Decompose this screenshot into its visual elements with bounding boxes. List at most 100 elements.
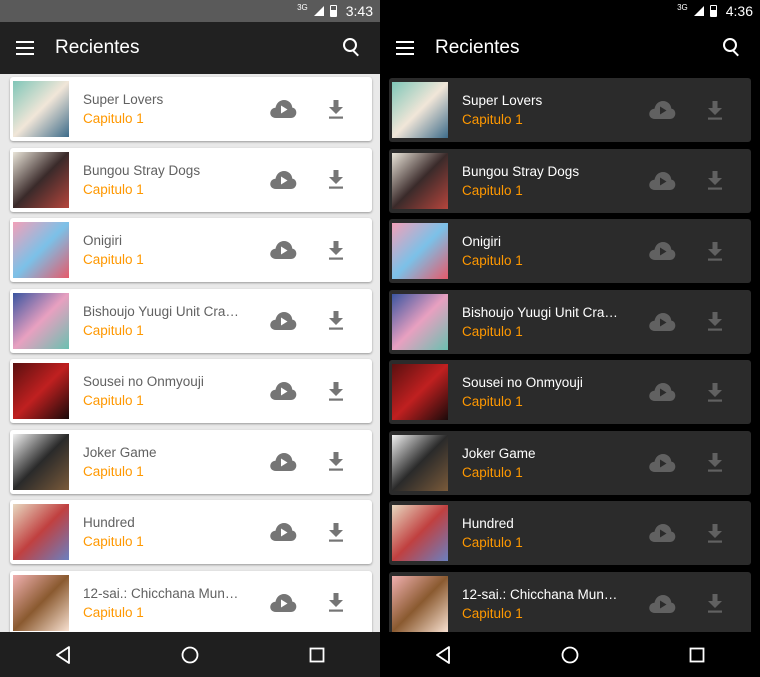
- back-icon[interactable]: [423, 640, 463, 670]
- list-item[interactable]: Super Lovers Capitulo 1: [10, 77, 372, 141]
- search-icon[interactable]: [722, 37, 744, 59]
- list-item[interactable]: Hundred Capitulo 1: [389, 501, 751, 565]
- series-thumbnail: [392, 575, 448, 632]
- download-icon[interactable]: [705, 593, 725, 615]
- chapter-label: Capitulo 1: [83, 111, 144, 126]
- download-icon[interactable]: [705, 381, 725, 403]
- recents-icon[interactable]: [297, 640, 337, 670]
- download-icon[interactable]: [326, 169, 346, 191]
- search-icon[interactable]: [342, 37, 364, 59]
- cloud-play-icon[interactable]: [268, 521, 298, 543]
- chapter-label: Capitulo 1: [462, 464, 523, 480]
- clock: 4:36: [725, 3, 753, 19]
- series-title: Sousei no Onmyouji: [462, 375, 583, 390]
- chapter-label: Capitulo 1: [462, 394, 523, 409]
- list-item[interactable]: Bungou Stray Dogs Capitulo 1: [389, 148, 751, 213]
- list-item[interactable]: Bishoujo Yuugi Unit Crane Game Girls Capi…: [389, 289, 751, 354]
- battery-icon: [329, 5, 337, 17]
- cloud-play-icon[interactable]: [268, 592, 298, 614]
- item-info: 12-sai.: Chicchana Mune no Tokimeki Capit…: [83, 586, 268, 620]
- download-icon[interactable]: [705, 522, 725, 544]
- menu-icon[interactable]: [396, 41, 414, 55]
- item-info: Joker Game Capitulo 1: [462, 446, 647, 480]
- home-icon[interactable]: [550, 640, 590, 670]
- item-info: Sousei no Onmyouji Capitulo 1: [83, 374, 268, 408]
- download-icon[interactable]: [705, 452, 725, 474]
- list-item[interactable]: 12-sai.: Chicchana Mune no Tokimeki Capit…: [10, 570, 372, 632]
- download-icon[interactable]: [326, 380, 346, 402]
- download-icon[interactable]: [705, 170, 725, 192]
- list-item[interactable]: Bungou Stray Dogs Capitulo 1: [10, 147, 372, 212]
- cloud-play-icon[interactable]: [647, 170, 677, 192]
- recent-list[interactable]: Super Lovers Capitulo 1 Bungou Stray Dogs C…: [0, 75, 380, 632]
- app-bar: Recientes: [380, 22, 760, 74]
- list-item[interactable]: Joker Game Capitulo 1: [389, 430, 751, 495]
- series-thumbnail: [392, 434, 448, 491]
- back-icon[interactable]: [43, 640, 83, 670]
- download-icon[interactable]: [326, 451, 346, 473]
- series-title: Joker Game: [462, 445, 536, 461]
- series-thumbnail: [13, 574, 69, 631]
- download-icon[interactable]: [326, 98, 346, 120]
- cloud-play-icon[interactable]: [647, 381, 677, 403]
- download-icon[interactable]: [326, 310, 346, 332]
- app-bar: Recientes: [0, 22, 380, 74]
- series-title: Bungou Stray Dogs: [462, 163, 580, 179]
- cloud-play-icon[interactable]: [647, 593, 677, 615]
- recent-list[interactable]: Super Lovers Capitulo 1 Bungou Stray Dogs C…: [380, 75, 760, 632]
- cloud-play-icon[interactable]: [647, 99, 677, 121]
- list-item[interactable]: Sousei no Onmyouji Capitulo 1: [389, 360, 751, 424]
- cloud-play-icon[interactable]: [268, 169, 298, 191]
- series-title: Sousei no Onmyouji: [83, 374, 204, 389]
- series-thumbnail: [13, 151, 69, 208]
- cloud-play-icon[interactable]: [268, 98, 298, 120]
- series-thumbnail: [13, 222, 69, 278]
- item-info: Bungou Stray Dogs Capitulo 1: [83, 163, 268, 197]
- list-item[interactable]: Onigiri Capitulo 1: [10, 218, 372, 282]
- list-item[interactable]: Onigiri Capitulo 1: [389, 219, 751, 283]
- cloud-play-icon[interactable]: [647, 452, 677, 474]
- cloud-play-icon[interactable]: [647, 240, 677, 262]
- chapter-label: Capitulo 1: [83, 463, 144, 479]
- download-icon[interactable]: [326, 592, 346, 614]
- cloud-play-icon[interactable]: [268, 239, 298, 261]
- item-info: Super Lovers Capitulo 1: [83, 92, 268, 126]
- series-title: 12-sai.: Chicchana Mune no Tokimeki: [462, 586, 624, 602]
- menu-icon[interactable]: [16, 41, 34, 55]
- series-thumbnail: [392, 152, 448, 209]
- item-info: Hundred Capitulo 1: [462, 516, 647, 550]
- series-title: Hundred: [462, 516, 514, 531]
- list-item[interactable]: Sousei no Onmyouji Capitulo 1: [10, 359, 372, 423]
- home-icon[interactable]: [170, 640, 210, 670]
- chapter-label: Capitulo 1: [462, 182, 523, 198]
- series-title: Bungou Stray Dogs: [83, 162, 201, 178]
- series-thumbnail: [392, 223, 448, 279]
- cloud-play-icon[interactable]: [268, 380, 298, 402]
- download-icon[interactable]: [326, 239, 346, 261]
- chapter-label: Capitulo 1: [83, 181, 144, 197]
- list-item[interactable]: Super Lovers Capitulo 1: [389, 78, 751, 142]
- cloud-play-icon[interactable]: [647, 522, 677, 544]
- download-icon[interactable]: [705, 311, 725, 333]
- download-icon[interactable]: [705, 99, 725, 121]
- dark-theme-screen: 3G 4:36 Recientes Super Lovers Capitulo 1…: [380, 0, 760, 677]
- recents-icon[interactable]: [677, 640, 717, 670]
- download-icon[interactable]: [326, 521, 346, 543]
- list-item[interactable]: Bishoujo Yuugi Unit Crane Game Girls Capi…: [10, 288, 372, 353]
- series-thumbnail: [392, 505, 448, 561]
- list-item[interactable]: 12-sai.: Chicchana Mune no Tokimeki Capit…: [389, 571, 751, 632]
- item-info: Sousei no Onmyouji Capitulo 1: [462, 375, 647, 409]
- series-title: Bishoujo Yuugi Unit Crane Game Girls: [462, 304, 624, 320]
- item-info: Joker Game Capitulo 1: [83, 445, 268, 479]
- cloud-play-icon[interactable]: [647, 311, 677, 333]
- series-title: Onigiri: [83, 233, 123, 248]
- item-info: Bishoujo Yuugi Unit Crane Game Girls Capi…: [83, 304, 268, 338]
- list-item[interactable]: Hundred Capitulo 1: [10, 500, 372, 564]
- cloud-play-icon[interactable]: [268, 451, 298, 473]
- series-title: Bishoujo Yuugi Unit Crane Game Girls: [83, 303, 245, 319]
- chapter-label: Capitulo 1: [83, 393, 144, 408]
- download-icon[interactable]: [705, 240, 725, 262]
- series-thumbnail: [13, 433, 69, 490]
- cloud-play-icon[interactable]: [268, 310, 298, 332]
- list-item[interactable]: Joker Game Capitulo 1: [10, 429, 372, 494]
